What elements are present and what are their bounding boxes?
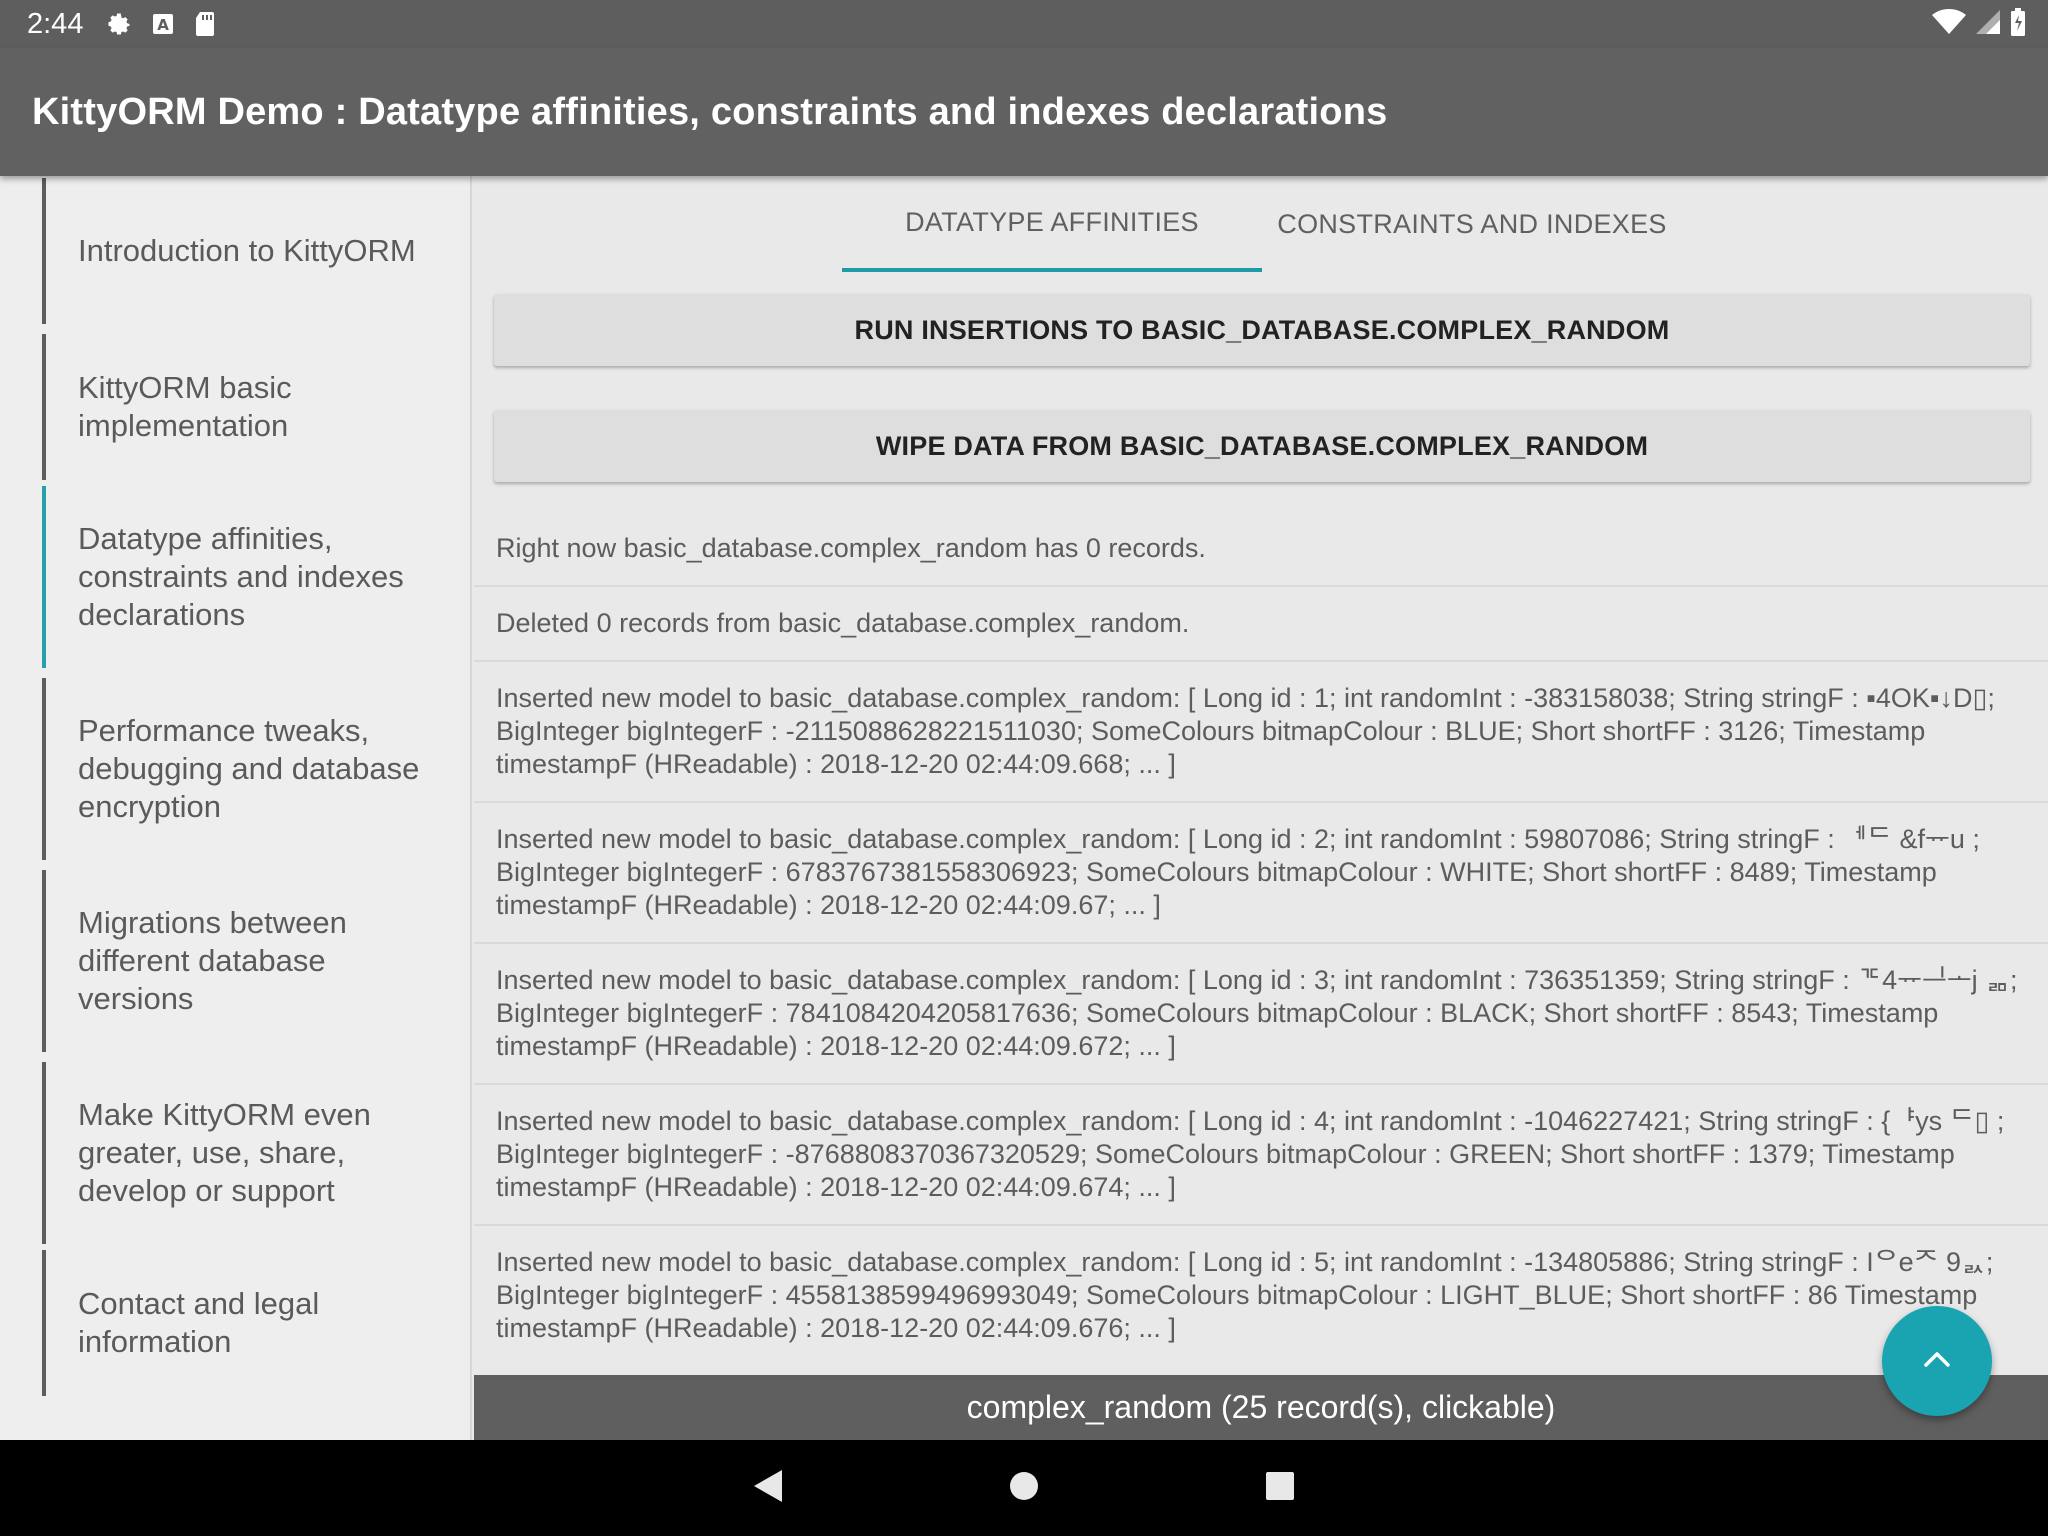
sidebar-item-label: Performance tweaks, debugging and databa…: [78, 713, 420, 824]
log-item: Inserted new model to basic_database.com…: [474, 801, 2048, 942]
wifi-icon: [1932, 8, 1966, 40]
tab-bar: DATATYPE AFFINITIES CONSTRAINTS AND INDE…: [474, 176, 2048, 272]
log-item: Right now basic_database.complex_random …: [496, 533, 1206, 563]
tab-label: DATATYPE AFFINITIES: [905, 206, 1199, 237]
recents-square-icon: [1265, 1471, 1295, 1506]
tab-label: CONSTRAINTS AND INDEXES: [1277, 208, 1667, 239]
home-button[interactable]: [984, 1440, 1064, 1536]
sidebar-item-label: Migrations between different database ve…: [78, 905, 347, 1016]
sidebar-item-basic-implementation[interactable]: KittyORM basic implementation: [42, 334, 442, 480]
gear-icon: [105, 10, 133, 38]
log-item: Inserted new model to basic_database.com…: [474, 1083, 2048, 1224]
signal-icon: [1976, 9, 2000, 39]
log-list: Right now basic_database.complex_random …: [474, 512, 2048, 1365]
records-footer[interactable]: complex_random (25 record(s), clickable): [474, 1375, 2048, 1440]
page-title: KittyORM Demo : Datatype affinities, con…: [32, 90, 1388, 133]
navigation-bar: [0, 1440, 2048, 1536]
log-item: Inserted new model to basic_database.com…: [474, 942, 2048, 1083]
sidebar-item-datatype-affinities[interactable]: Datatype affinities, constraints and ind…: [42, 486, 442, 668]
sidebar-item-label: KittyORM basic implementation: [78, 370, 292, 443]
sidebar-item-label: Make KittyORM even greater, use, share, …: [78, 1097, 371, 1208]
back-triangle-icon: [752, 1469, 784, 1508]
app-bar: KittyORM Demo : Datatype affinities, con…: [0, 48, 2048, 176]
log-item: Inserted new model to basic_database.com…: [474, 660, 2048, 801]
recents-button[interactable]: [1240, 1440, 1320, 1536]
status-time: 2:44: [27, 7, 84, 40]
wipe-data-button[interactable]: WIPE DATA FROM BASIC_DATABASE.COMPLEX_RA…: [494, 410, 2030, 482]
svg-text:A: A: [158, 16, 170, 34]
scroll-up-button[interactable]: [1882, 1306, 1992, 1416]
home-circle-icon: [1008, 1470, 1040, 1507]
sidebar-item-label: Introduction to KittyORM: [78, 233, 416, 268]
sidebar: Introduction to KittyORM KittyORM basic …: [0, 176, 472, 1440]
run-insertions-button[interactable]: RUN INSERTIONS TO BASIC_DATABASE.COMPLEX…: [494, 294, 2030, 366]
sidebar-item-label: Datatype affinities, constraints and ind…: [78, 521, 404, 632]
battery-icon: [2010, 7, 2026, 41]
sidebar-item-contact-legal[interactable]: Contact and legal information: [42, 1250, 442, 1396]
sidebar-item-introduction[interactable]: Introduction to KittyORM: [42, 178, 442, 324]
sidebar-item-migrations[interactable]: Migrations between different database ve…: [42, 870, 442, 1052]
log-item: Deleted 0 records from basic_database.co…: [474, 585, 2048, 660]
chevron-up-icon: [1922, 1349, 1952, 1374]
back-button[interactable]: [728, 1440, 808, 1536]
tab-constraints-indexes[interactable]: CONSTRAINTS AND INDEXES: [1262, 176, 1682, 272]
tab-datatype-affinities[interactable]: DATATYPE AFFINITIES: [842, 176, 1262, 272]
log-item: Inserted new model to basic_database.com…: [474, 1224, 2048, 1365]
sidebar-item-make-greater[interactable]: Make KittyORM even greater, use, share, …: [42, 1062, 442, 1244]
sidebar-item-label: Contact and legal information: [78, 1286, 320, 1359]
a-icon: A: [151, 12, 175, 36]
sidebar-item-performance-tweaks[interactable]: Performance tweaks, debugging and databa…: [42, 678, 442, 860]
footer-label: complex_random (25 record(s), clickable): [966, 1389, 1556, 1425]
status-bar: 2:44 A: [0, 0, 2048, 48]
main-content: DATATYPE AFFINITIES CONSTRAINTS AND INDE…: [474, 176, 2048, 1440]
sdcard-icon: [193, 11, 217, 37]
